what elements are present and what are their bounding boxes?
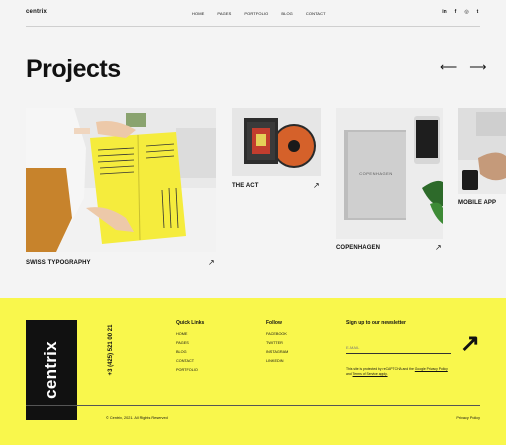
email-field[interactable]: E-MAIL [346,342,451,354]
privacy-policy-footer-link[interactable]: Privacy Policy [456,416,480,420]
quick-links-title: Quick Links [176,320,205,326]
main-nav: HOME PAGES PORTFOLIO BLOG CONTACT [192,11,339,16]
page-title: Projects [26,55,121,83]
follow-links: Follow FACEBOOK TWITTER INSTAGRAM LINKED… [266,320,288,368]
footer-link-contact[interactable]: CONTACT [176,359,204,363]
arrow-up-right-icon[interactable]: ↗ [313,181,320,190]
legal-text: This site is protected by reCAPTCHA and … [346,367,415,371]
arrow-up-right-icon[interactable]: ↗ [208,258,215,267]
site-footer: centrix +3 (425) 521 00 21 Quick Links H… [0,298,506,445]
project-caption: THE ACT [232,183,259,189]
project-caption: MOBILE APP [458,200,497,206]
next-arrow-icon[interactable]: ⟶ [469,61,486,73]
nav-contact[interactable]: CONTACT [306,11,326,16]
project-image[interactable]: COPENHAGEN [336,108,443,239]
copyright: © Centrix, 2021. All Rights Reserved [106,416,168,420]
twitter-icon[interactable]: t [475,10,480,15]
footer-phone[interactable]: +3 (425) 521 00 21 [108,325,114,376]
footer-link-home[interactable]: HOME [176,332,204,336]
footer-link-blog[interactable]: BLOG [176,350,204,354]
project-image[interactable] [232,108,321,176]
follow-instagram[interactable]: INSTAGRAM [266,350,288,354]
facebook-icon[interactable]: f [453,10,458,15]
follow-linkedin[interactable]: LINKEDIN [266,359,288,363]
terms-link[interactable]: Terms of Service apply. [353,372,388,376]
logo[interactable]: centrix [26,9,47,15]
project-card-the-act[interactable]: THE ACT ↗ [232,108,321,192]
project-caption: SWISS TYPOGRAPHY [26,260,91,266]
book-cover-text: COPENHAGEN [359,171,392,176]
follow-facebook[interactable]: FACEBOOK [266,332,288,336]
quick-links: Quick Links HOME PAGES BLOG CONTACT PORT… [176,320,204,377]
prev-arrow-icon[interactable]: ⟵ [440,61,457,73]
arrow-up-right-icon[interactable]: ↗ [435,243,442,252]
follow-title: Follow [266,320,282,326]
nav-home[interactable]: HOME [192,11,204,16]
project-image[interactable] [26,108,216,252]
instagram-icon[interactable]: ◎ [464,10,469,15]
project-card-mobile-app[interactable]: MOBILE APP [458,108,506,212]
project-image[interactable] [458,108,506,194]
newsletter-title: Sign up to our newsletter [346,320,407,326]
footer-divider [26,405,480,406]
newsletter: Sign up to our newsletter E-MAIL ↗ This … [346,320,480,376]
footer-link-pages[interactable]: PAGES [176,341,204,345]
submit-arrow-icon[interactable]: ↗ [460,332,480,356]
footer-logo-text: centrix [41,341,60,399]
nav-pages[interactable]: PAGES [217,11,231,16]
social-links: in f ◎ t [442,10,480,15]
privacy-policy-link[interactable]: Google Privacy Policy [415,367,448,371]
carousel-arrows: ⟵ ⟶ [440,61,486,73]
site-header: centrix HOME PAGES PORTFOLIO BLOG CONTAC… [26,0,480,27]
follow-twitter[interactable]: TWITTER [266,341,288,345]
linkedin-icon[interactable]: in [442,10,447,15]
project-caption: COPENHAGEN [336,245,381,251]
nav-blog[interactable]: BLOG [281,11,293,16]
recaptcha-notice: This site is protected by reCAPTCHA and … [346,367,454,376]
nav-portfolio[interactable]: PORTFOLIO [244,11,268,16]
project-card-copenhagen[interactable]: COPENHAGEN COPENHAGEN ↗ [336,108,444,256]
footer-link-portfolio[interactable]: PORTFOLIO [176,368,204,372]
project-card-swiss-typography[interactable]: SWISS TYPOGRAPHY ↗ [26,108,216,270]
